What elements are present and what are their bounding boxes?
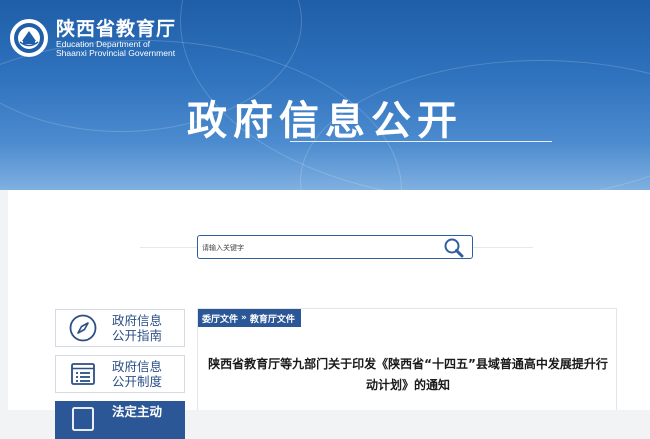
- header-banner: 陕西省教育厅 Education Department of Shaanxi P…: [0, 0, 650, 190]
- article-title[interactable]: 陕西省教育厅等九部门关于印发《陕西省“十四五”县域普通高中发展提升行 动计划》的…: [198, 354, 618, 396]
- book-icon: [72, 407, 94, 431]
- sidebar-item-label: 公开制度: [112, 374, 163, 389]
- article-title-line: 动计划》的通知: [365, 378, 450, 392]
- site-logo[interactable]: 陕西省教育厅 Education Department of Shaanxi P…: [10, 18, 176, 58]
- breadcrumb-link-dept-docs[interactable]: 教育厅文件: [250, 312, 295, 325]
- breadcrumb-separator: »: [241, 313, 247, 323]
- search-icon: [444, 238, 464, 258]
- sidebar-item-active-disclosure[interactable]: 法定主动: [55, 401, 185, 439]
- page-title: 政府信息公开: [187, 98, 463, 144]
- search-input[interactable]: [200, 239, 434, 257]
- search-box: [197, 235, 473, 259]
- title-underline: [290, 141, 552, 142]
- list-document-icon: [71, 363, 95, 385]
- search-divider-left: [140, 247, 197, 248]
- search-divider-right: [473, 247, 533, 248]
- site-name-en-line2: Shaanxi Provincial Government: [56, 48, 176, 58]
- search-button[interactable]: [442, 237, 466, 259]
- sidebar-item-label: 政府信息: [112, 359, 163, 374]
- breadcrumb-link-committee-docs[interactable]: 委厅文件: [202, 312, 238, 325]
- emblem-icon: [10, 19, 48, 57]
- sidebar-item-label: 法定主动: [112, 404, 163, 419]
- breadcrumb: 委厅文件 » 教育厅文件: [198, 309, 301, 327]
- compass-icon: [69, 314, 97, 342]
- sidebar-item-label: 政府信息: [112, 313, 163, 328]
- article-panel: 委厅文件 » 教育厅文件 陕西省教育厅等九部门关于印发《陕西省“十四五”县域普通…: [197, 308, 617, 410]
- article-title-line: 陕西省教育厅等九部门关于印发《陕西省“十四五”县域普通高中发展提升行: [208, 357, 608, 371]
- site-name-cn: 陕西省教育厅: [56, 18, 177, 40]
- sidebar-item-guide[interactable]: 政府信息 公开指南: [55, 309, 185, 347]
- sidebar-item-label: 公开指南: [112, 328, 163, 343]
- sidebar-item-system[interactable]: 政府信息 公开制度: [55, 355, 185, 393]
